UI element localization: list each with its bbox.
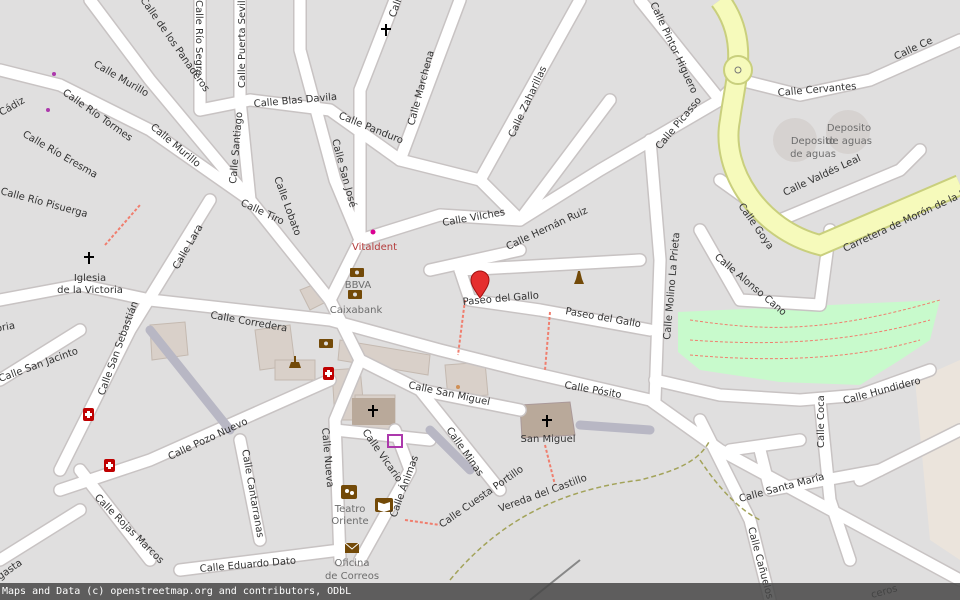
- poi-dot[interactable]: [52, 72, 56, 76]
- monument-icon[interactable]: [574, 271, 584, 284]
- poi-label: de aguas: [826, 136, 872, 147]
- pharmacy-icon[interactable]: [104, 459, 115, 472]
- poi-label: Caixabank: [330, 305, 383, 316]
- poi-label: de aguas: [790, 149, 836, 160]
- pharmacy-icon[interactable]: [323, 367, 334, 380]
- poi-label: de la Victoria: [57, 285, 123, 296]
- poi-dot[interactable]: [456, 385, 460, 389]
- poi-label: Oficina: [335, 558, 370, 569]
- street-label: Calle Cantarranas: [239, 449, 265, 539]
- park-area: [678, 300, 940, 385]
- post-office-icon[interactable]: [344, 542, 360, 553]
- street-label: Victoria: [0, 321, 16, 338]
- poi-dot[interactable]: [46, 108, 50, 112]
- bank-icon[interactable]: [350, 268, 364, 277]
- map-canvas[interactable]: Calle de los Panaderos Calle Río Segre C…: [0, 0, 960, 600]
- poi-label: Teatro: [334, 504, 366, 515]
- poi-label: Oriente: [331, 516, 368, 527]
- poi-label: San Miguel: [520, 434, 575, 445]
- theatre-icon[interactable]: [341, 485, 357, 499]
- street-label: Calle Rojas Marcos: [92, 492, 166, 566]
- poi-label: BBVA: [345, 280, 372, 291]
- pharmacy-icon[interactable]: [83, 408, 94, 421]
- map-tiles: Calle de los Panaderos Calle Río Segre C…: [0, 0, 960, 600]
- poi-label: Iglesia: [74, 273, 106, 284]
- street-label: Calle Coca: [816, 395, 827, 448]
- street-label: Calle Pintor Higuero: [647, 1, 699, 96]
- poi-label: Vitaldent: [352, 242, 397, 253]
- street-label: Calle San Sebastián: [96, 300, 141, 397]
- street-label: Calle Río Segre: [193, 0, 205, 76]
- poi-label: de Correos: [325, 571, 379, 582]
- poi-label: Deposito: [827, 123, 871, 134]
- street-label: Calle Río Pisuerga: [0, 185, 89, 220]
- street-label: Calle Zaharillas: [507, 65, 550, 140]
- attribution-text: Maps and Data (c) openstreetmap.org and …: [2, 586, 352, 597]
- street-label: Calle Picasso: [654, 95, 704, 152]
- vitaldent-dot[interactable]: [370, 229, 376, 235]
- bank-icon[interactable]: [319, 339, 333, 348]
- street-label: Calle Puerta Sevilla: [237, 0, 248, 88]
- church-icon[interactable]: [84, 252, 94, 264]
- attribution-bar: Maps and Data (c) openstreetmap.org and …: [0, 583, 960, 600]
- bank-icon[interactable]: [348, 290, 362, 299]
- street-label: Calle Río Eresma: [21, 128, 100, 181]
